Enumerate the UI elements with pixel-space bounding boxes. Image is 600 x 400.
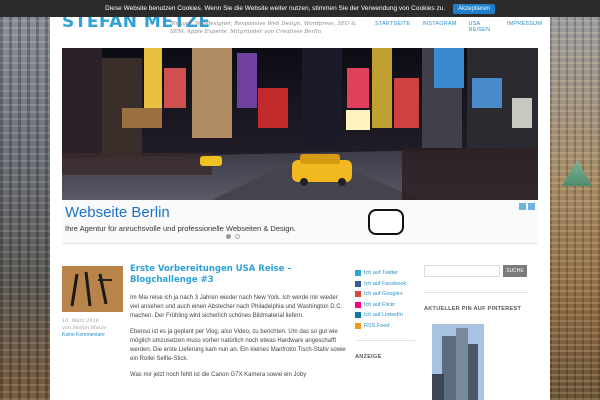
social-link-flickr[interactable]: Ich auf Flickr (355, 300, 415, 311)
ad-close-icon[interactable] (528, 203, 535, 210)
site-tagline: Blogger, Webdesigner, Responsive Web Des… (170, 21, 357, 35)
post-title[interactable]: Erste Vorbereitungen USA Reise – Blogcha… (130, 264, 350, 286)
social-label[interactable]: Ich auf Google+ (364, 291, 403, 297)
facebook-icon (355, 280, 361, 287)
post-paragraph: Ebenso ist es ja geplant per Vlog, also … (130, 329, 346, 362)
social-label[interactable]: RSS Feed (364, 323, 389, 329)
cookie-accept-button[interactable]: Akzeptieren (453, 3, 495, 14)
ad-choices-icons[interactable] (519, 203, 535, 210)
dot-inactive[interactable] (235, 234, 240, 239)
nav-item-impressum[interactable]: IMPRESSUM (507, 21, 542, 33)
social-label[interactable]: Ich auf Facebook (364, 281, 406, 287)
tripod-photo (62, 266, 123, 312)
social-links: Ich auf Twitter Ich auf Facebook Ich auf… (355, 268, 415, 331)
pinterest-heading: AKTUELLER PIN AUF PINTEREST (424, 306, 522, 312)
anzeige-heading: ANZEIGE (355, 354, 382, 360)
cookie-message: Diese Website benutzen Cookies. Wenn Sie… (105, 5, 446, 12)
rss-icon (355, 322, 361, 329)
post-author: von Stefan Metze (62, 325, 107, 331)
social-link-linkedin[interactable]: Ich auf LinkedIn (355, 310, 415, 321)
ad-cta-button[interactable] (368, 209, 404, 235)
ad-pagination-dots (226, 234, 240, 239)
flickr-icon (355, 301, 361, 308)
nav-item-usa-reisen[interactable]: USA REISEN (469, 21, 495, 33)
page-container: STEFAN METZE Blogger, Webdesigner, Respo… (50, 0, 550, 400)
post-comments-link[interactable]: Keine Kommentare (62, 332, 122, 339)
social-label[interactable]: Ich auf Twitter (364, 270, 398, 276)
background-city-right (550, 0, 600, 400)
social-label[interactable]: Ich auf LinkedIn (364, 312, 403, 318)
post-thumbnail[interactable] (62, 266, 123, 312)
social-link-facebook[interactable]: Ich auf Facebook (355, 279, 415, 290)
social-link-googleplus[interactable]: Ich auf Google+ (355, 289, 415, 300)
ad-description: Ihre Agentur für anruchsvolle und profes… (65, 224, 296, 233)
dot-active[interactable] (226, 234, 231, 239)
sidebar-divider (424, 292, 528, 293)
building-dome (562, 160, 592, 186)
hero-photo (62, 48, 538, 200)
nav-item-startseite[interactable]: STARTSEITE (375, 21, 410, 33)
skyscraper-photo (432, 324, 484, 400)
nav-item-instagram[interactable]: INSTAGRAM (422, 21, 456, 33)
linkedin-icon (355, 312, 361, 319)
post-paragraph: Was mir jetzt noch fehlt ist die Canon G… (130, 372, 307, 378)
search-button[interactable]: SUCHE (503, 265, 527, 277)
pinterest-pin-image[interactable] (432, 324, 484, 400)
twitter-icon (355, 270, 361, 277)
post-meta: 10. März 2016 von Stefan Metze Keine Kom… (62, 318, 122, 339)
post-paragraph: Im Mai reise ich ja nach 3 Jahren wieder… (130, 295, 343, 319)
main-nav: STARTSEITE INSTAGRAM USA REISEN IMPRESSU… (375, 21, 542, 33)
advertisement-banner[interactable]: Webseite Berlin Ihre Agentur für anruchs… (62, 200, 538, 244)
post-body: Im Mai reise ich ja nach 3 Jahren wieder… (130, 294, 348, 387)
social-link-rss[interactable]: RSS Feed (355, 321, 415, 332)
google-plus-icon (355, 291, 361, 298)
ad-info-icon[interactable] (519, 203, 526, 210)
social-link-twitter[interactable]: Ich auf Twitter (355, 268, 415, 279)
social-label[interactable]: Ich auf Flickr (364, 302, 395, 308)
post-date: 10. März 2016 (62, 318, 99, 324)
sidebar-divider (355, 340, 415, 341)
background-city-left (0, 0, 50, 400)
search-input[interactable] (424, 265, 500, 277)
cookie-bar: Diese Website benutzen Cookies. Wenn Sie… (0, 0, 600, 17)
hero-image-times-square (62, 48, 538, 200)
ad-title[interactable]: Webseite Berlin (65, 204, 170, 221)
